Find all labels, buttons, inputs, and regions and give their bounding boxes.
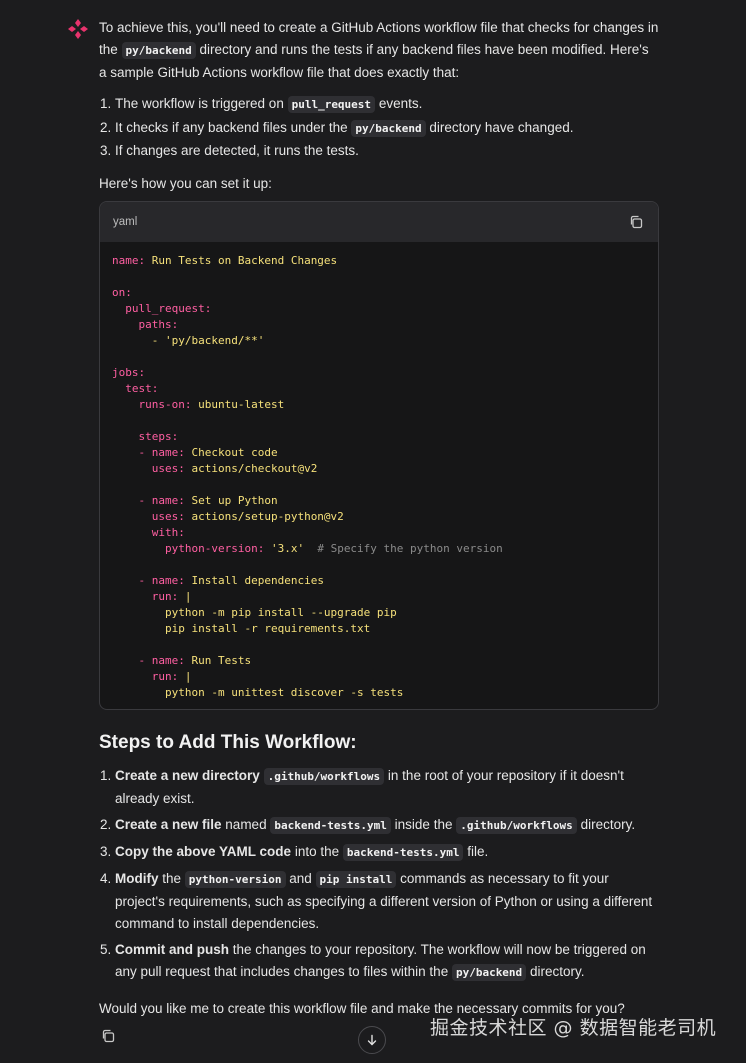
list-item: Commit and push the changes to your repo… [115, 939, 659, 984]
code-token: # Specify the python version [304, 541, 503, 555]
text-fragment: Modify [115, 870, 159, 886]
code-token: python -m unittest discover -s tests [112, 685, 404, 699]
text-fragment: directory. [576, 816, 636, 832]
inline-code: py/backend [121, 42, 196, 59]
code-token: with: [112, 525, 185, 539]
code-token: run: [112, 589, 179, 603]
code-token: on: [112, 285, 132, 299]
scroll-to-bottom-button[interactable] [358, 1026, 386, 1054]
code-token: python-version: [112, 541, 265, 555]
list-item: Copy the above YAML code into the backen… [115, 841, 659, 864]
assistant-message: To achieve this, you'll need to create a… [99, 17, 659, 1020]
text-fragment: Create a new directory [115, 767, 260, 783]
inline-code: pull_request [287, 96, 376, 113]
code-token: name: [151, 445, 185, 459]
inline-code: py/backend [451, 963, 527, 981]
text-fragment: directory have changed. [425, 119, 574, 135]
code-token: run: [112, 669, 179, 683]
copy-icon [102, 1029, 115, 1043]
text-fragment: It checks if any backend files under the [115, 119, 352, 135]
text-fragment: the [158, 870, 185, 886]
code-token: uses: [112, 509, 185, 523]
text-fragment: The workflow is triggered on [115, 96, 288, 111]
assistant-avatar-icon [66, 17, 90, 41]
arrow-down-icon [367, 1034, 377, 1046]
code-token: | [178, 669, 192, 683]
steps-list: Create a new directory .github/workflows… [99, 765, 659, 984]
code-token: name: [112, 253, 146, 267]
code-token: pip install -r requirements.txt [112, 621, 371, 635]
text-fragment: directory. [526, 963, 585, 979]
code-token: actions/checkout@v2 [184, 461, 318, 475]
trigger-list: The workflow is triggered on pull_reques… [99, 93, 659, 163]
code-token: uses: [112, 461, 185, 475]
code-token: Checkout code [184, 445, 278, 459]
text-fragment: file. [463, 843, 489, 859]
code-token: python -m pip install --upgrade pip [112, 605, 397, 619]
code-token: | [178, 589, 192, 603]
inline-code: pip install [315, 870, 397, 888]
inline-code: py/backend [351, 119, 426, 137]
code-token: - 'py/backend/**' [112, 333, 265, 347]
code-token: - [112, 653, 152, 667]
text-fragment: Create a new file [115, 816, 222, 832]
list-item: If changes are detected, it runs the tes… [115, 140, 659, 163]
text-fragment: Copy the above YAML code [115, 843, 292, 859]
setup-text: Here's how you can set it up: [99, 175, 272, 191]
inline-code: python-version [184, 870, 286, 888]
inline-code: backend-tests.yml [342, 843, 464, 861]
text-fragment: and [285, 870, 316, 886]
code-token: Run Tests [184, 653, 252, 667]
inline-code: .github/workflows [263, 767, 385, 785]
code-token: paths: [112, 317, 179, 331]
text-fragment: Commit and push [115, 941, 229, 957]
code-token: - [112, 573, 152, 587]
code-block-header: yaml [100, 201, 658, 242]
code-language-label: yaml [113, 215, 138, 228]
intro-paragraph: To achieve this, you'll need to create a… [99, 17, 659, 84]
code-token: Install dependencies [184, 573, 324, 587]
code-token: - [112, 445, 152, 459]
copy-code-button[interactable] [628, 214, 644, 230]
code-token: Run Tests on Backend Changes [145, 253, 338, 267]
code-block: yaml name: Run Tests on Backend Changes … [99, 200, 659, 710]
list-item: Create a new directory .github/workflows… [115, 765, 659, 810]
code-token: name: [151, 493, 185, 507]
inline-code: backend-tests.yml [270, 816, 391, 834]
text-fragment: events. [375, 96, 423, 111]
code-token: pull_request: [112, 301, 212, 315]
code-token: ubuntu-latest [191, 397, 285, 411]
text-fragment: inside the [390, 816, 457, 832]
code-token: actions/setup-python@v2 [184, 509, 344, 523]
text-fragment: named [221, 816, 271, 832]
copy-icon [630, 215, 643, 228]
steps-heading: Steps to Add This Workflow: [99, 731, 357, 753]
code-token: test: [112, 381, 159, 395]
yaml-code: name: Run Tests on Backend Changes on: p… [100, 242, 658, 709]
code-token: name: [151, 573, 185, 587]
list-item: Create a new file named backend-tests.ym… [115, 814, 659, 837]
code-token: name: [151, 653, 185, 667]
text-fragment: into the [291, 843, 343, 859]
code-token: runs-on: [112, 397, 192, 411]
watermark: 掘金技术社区 @ 数据智能老司机 [430, 1017, 717, 1039]
copy-message-button[interactable] [101, 1029, 117, 1045]
list-item: Modify the python-version and pip instal… [115, 868, 659, 935]
code-token: jobs: [112, 365, 146, 379]
code-token: '3.x' [264, 541, 305, 555]
text-fragment: If changes are detected, it runs the tes… [115, 143, 359, 158]
code-token: - [112, 493, 152, 507]
code-token: steps: [112, 429, 179, 443]
code-token: Set up Python [184, 493, 278, 507]
list-item: The workflow is triggered on pull_reques… [115, 93, 659, 117]
list-item: It checks if any backend files under the… [115, 117, 659, 141]
inline-code: .github/workflows [456, 816, 577, 834]
